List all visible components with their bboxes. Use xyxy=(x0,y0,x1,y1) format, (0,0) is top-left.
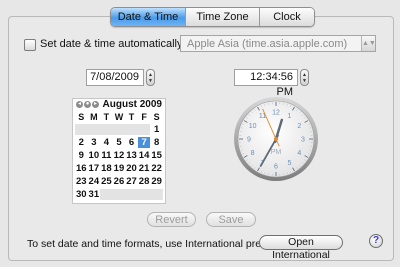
calendar-day[interactable]: 18 xyxy=(100,163,113,174)
calendar-day[interactable]: 1 xyxy=(150,124,163,135)
stepper-down-icon[interactable]: ▼ xyxy=(302,78,307,84)
calendar-day[interactable]: 10 xyxy=(88,150,101,161)
calendar-day[interactable]: 15 xyxy=(150,150,163,161)
today-icon[interactable]: ● xyxy=(84,101,91,108)
time-server-select[interactable]: Apple Asia (time.asia.apple.com) ▲▼ xyxy=(180,35,376,52)
clock-number: 9 xyxy=(247,137,251,144)
calendar-week-row: 30 31 xyxy=(75,189,163,200)
calendar-blank-cell xyxy=(112,124,126,135)
chevron-down-icon: ▲▼ xyxy=(361,36,376,51)
calendar-day[interactable]: 27 xyxy=(125,176,138,187)
clock-ampm: PM xyxy=(271,149,282,156)
calendar-day[interactable]: 22 xyxy=(150,163,163,174)
calendar-day[interactable]: 2 xyxy=(75,137,88,148)
calendar-day[interactable]: 28 xyxy=(138,176,151,187)
calendar-day[interactable]: 20 xyxy=(125,163,138,174)
open-international-button[interactable]: Open International xyxy=(259,235,343,261)
clock-number: 1 xyxy=(288,113,292,120)
calendar-blank-cell xyxy=(125,124,138,135)
calendar-blank-cell xyxy=(100,124,113,135)
help-icon[interactable]: ? xyxy=(369,234,383,248)
stepper-down-icon[interactable]: ▼ xyxy=(148,78,153,84)
calendar: ◂ ● ▸ August 2009 S M T W T F S 12345678… xyxy=(72,98,166,204)
clock-center-cap xyxy=(274,137,278,141)
calendar-day[interactable]: 12 xyxy=(113,150,126,161)
calendar-day[interactable]: 5 xyxy=(113,137,126,148)
weekday-label: S xyxy=(153,112,160,122)
clock-number: 3 xyxy=(301,137,305,144)
calendar-blank-cell xyxy=(112,189,126,200)
calendar-week-row: 16 17 18 19 20 21 22 xyxy=(75,163,163,174)
calendar-month-title: August 2009 xyxy=(102,99,162,110)
calendar-day[interactable]: 23 xyxy=(75,176,88,187)
calendar-day[interactable]: 6 xyxy=(125,137,138,148)
previous-month-icon[interactable]: ◂ xyxy=(76,101,83,108)
calendar-week-row: 2345678 xyxy=(75,137,163,148)
time-field[interactable]: 12:34:56 PM xyxy=(234,69,298,98)
calendar-day[interactable]: 11 xyxy=(100,150,113,161)
weekday-label: T xyxy=(128,112,135,122)
calendar-blank-cell xyxy=(100,189,113,200)
clock-number: 10 xyxy=(249,123,257,130)
calendar-day[interactable]: 31 xyxy=(88,189,101,200)
calendar-weekday-row: S M T W T F S xyxy=(75,112,163,123)
auto-time-label: Set date & time automatically: xyxy=(40,38,186,50)
calendar-blank-cell xyxy=(87,124,101,135)
clock-number: 5 xyxy=(288,160,292,167)
clock-number: 6 xyxy=(274,164,278,171)
calendar-day[interactable]: 13 xyxy=(125,150,138,161)
next-month-icon[interactable]: ▸ xyxy=(92,101,99,108)
weekday-label: F xyxy=(141,112,147,122)
analog-clock: 121234567891011 PM xyxy=(234,97,318,181)
date-field[interactable]: 7/08/2009 xyxy=(86,69,144,86)
weekday-label: M xyxy=(90,112,98,122)
calendar-day[interactable]: 29 xyxy=(150,176,163,187)
calendar-week-row: 9 10 11 12 13 14 15 xyxy=(75,150,163,161)
calendar-day[interactable]: 19 xyxy=(113,163,126,174)
calendar-day[interactable]: 14 xyxy=(138,150,151,161)
weekday-label: S xyxy=(78,112,85,122)
weekday-label: T xyxy=(103,112,110,122)
calendar-week-row: 1 xyxy=(75,124,163,135)
calendar-day[interactable]: 7 xyxy=(137,137,151,148)
calendar-day[interactable]: 4 xyxy=(100,137,113,148)
tab-clock[interactable]: Clock xyxy=(260,8,314,26)
calendar-blank-cell xyxy=(150,189,163,200)
calendar-day[interactable]: 26 xyxy=(113,176,126,187)
calendar-day[interactable]: 30 xyxy=(75,189,88,200)
calendar-week-row: 23 24 25 26 27 28 29 xyxy=(75,176,163,187)
calendar-blank-cell xyxy=(137,189,151,200)
calendar-day[interactable]: 21 xyxy=(138,163,151,174)
tab-bar: Date & Time Time Zone Clock xyxy=(110,7,315,27)
tab-date-time[interactable]: Date & Time xyxy=(111,8,186,26)
calendar-day[interactable]: 17 xyxy=(88,163,101,174)
tab-time-zone[interactable]: Time Zone xyxy=(186,8,260,26)
calendar-blank-cell xyxy=(125,189,138,200)
calendar-day[interactable]: 3 xyxy=(88,137,101,148)
time-stepper[interactable]: ▲ ▼ xyxy=(300,69,309,86)
clock-number: 2 xyxy=(297,123,301,130)
calendar-blank-cell xyxy=(137,124,151,135)
calendar-blank-cell xyxy=(75,124,88,135)
calendar-day[interactable]: 16 xyxy=(75,163,88,174)
auto-time-checkbox[interactable] xyxy=(24,39,36,51)
date-stepper[interactable]: ▲ ▼ xyxy=(146,69,155,86)
weekday-label: W xyxy=(114,112,124,122)
save-button[interactable]: Save xyxy=(206,212,256,227)
clock-number: 12 xyxy=(272,110,280,117)
calendar-day[interactable]: 25 xyxy=(100,176,113,187)
calendar-day[interactable]: 8 xyxy=(150,137,163,148)
time-server-value: Apple Asia (time.asia.apple.com) xyxy=(187,38,348,50)
revert-button[interactable]: Revert xyxy=(147,212,196,227)
calendar-day[interactable]: 9 xyxy=(75,150,88,161)
clock-number: 8 xyxy=(251,150,255,157)
clock-number: 4 xyxy=(297,150,301,157)
calendar-day[interactable]: 24 xyxy=(88,176,101,187)
calendar-header: ◂ ● ▸ August 2009 xyxy=(73,99,165,111)
